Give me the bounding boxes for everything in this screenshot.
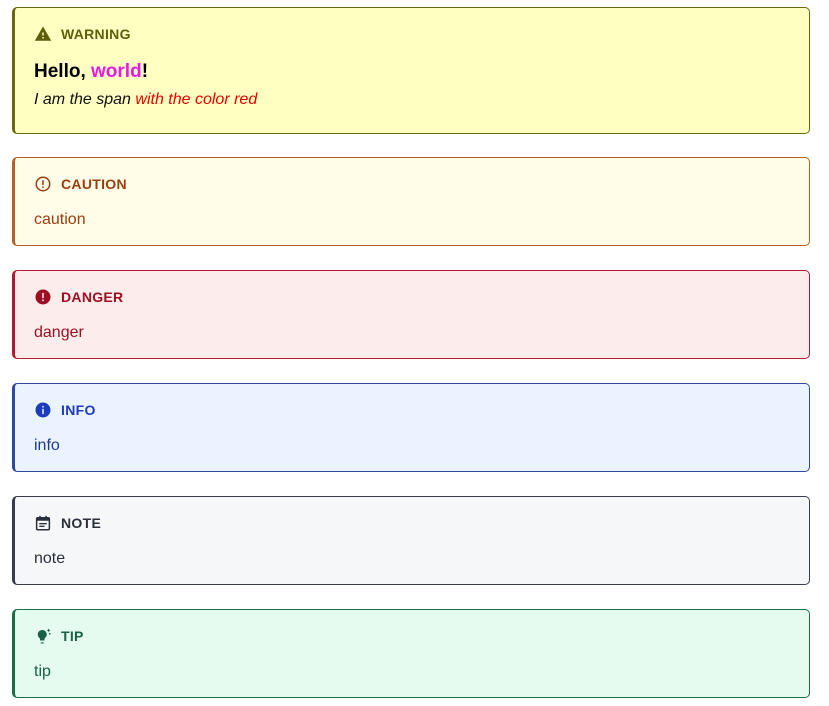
warning-header: WARNING bbox=[34, 25, 131, 43]
warning-span-text: I am the span with the color red bbox=[34, 91, 257, 109]
caution-body: caution bbox=[34, 211, 86, 228]
danger-body: danger bbox=[34, 324, 84, 341]
note-title: NOTE bbox=[61, 515, 102, 531]
exclamation-circle-filled-icon bbox=[34, 288, 52, 306]
danger-header: DANGER bbox=[34, 288, 123, 306]
heading-prefix: Hello, bbox=[34, 61, 92, 82]
note-body: note bbox=[34, 550, 66, 567]
caution-admonition: CAUTION caution bbox=[12, 157, 810, 246]
exclamation-circle-outline-icon bbox=[34, 175, 52, 193]
info-header: INFO bbox=[34, 401, 96, 419]
warning-triangle-icon bbox=[34, 25, 52, 43]
caution-title: CAUTION bbox=[61, 176, 127, 192]
note-header: NOTE bbox=[34, 514, 101, 532]
warning-admonition: WARNING Hello, world! I am the span with… bbox=[12, 7, 810, 134]
warning-title: WARNING bbox=[61, 26, 131, 42]
tip-body: tip bbox=[34, 663, 51, 680]
tip-header: TIP bbox=[34, 627, 84, 645]
info-circle-icon bbox=[34, 401, 52, 419]
info-body: info bbox=[34, 437, 60, 454]
heading-suffix: ! bbox=[141, 61, 149, 82]
heading-highlight: world bbox=[91, 61, 142, 82]
info-title: INFO bbox=[61, 402, 96, 418]
note-admonition: NOTE note bbox=[12, 496, 810, 585]
danger-admonition: DANGER danger bbox=[12, 270, 810, 359]
warning-heading: Hello, world! bbox=[34, 61, 148, 83]
lightbulb-sparkle-icon bbox=[34, 627, 52, 645]
danger-title: DANGER bbox=[61, 289, 124, 305]
span-red-text: with the color red bbox=[135, 91, 258, 108]
span-text: I am the span bbox=[34, 91, 136, 108]
tip-title: TIP bbox=[61, 628, 84, 644]
calendar-note-icon bbox=[34, 514, 52, 532]
caution-header: CAUTION bbox=[34, 175, 127, 193]
tip-admonition: TIP tip bbox=[12, 609, 810, 698]
info-admonition: INFO info bbox=[12, 383, 810, 472]
